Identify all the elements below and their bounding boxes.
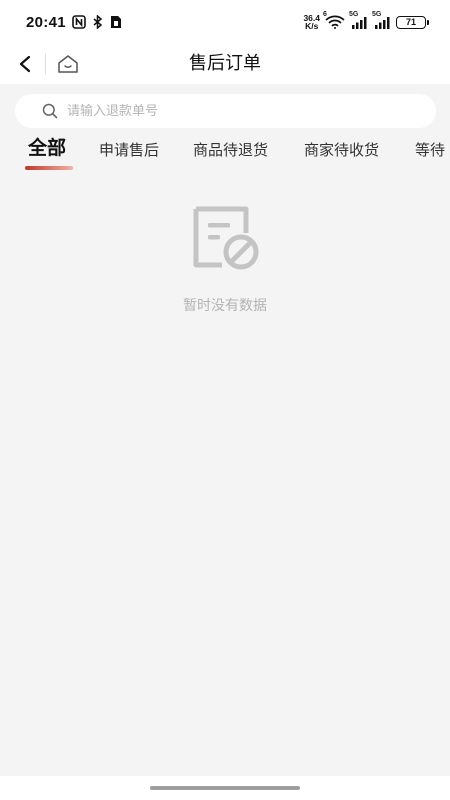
tab-apply-after-sale[interactable]: 申请售后 [99,138,159,168]
chevron-left-icon [19,55,31,73]
tab-waiting[interactable]: 等待 [415,138,445,168]
signal-icon-1: 5G [349,11,368,29]
status-bar: 20:41 36.4 K/s 6 5G 5G 71 [0,0,450,44]
nav-bar: 售后订单 [0,44,450,84]
home-button[interactable] [55,51,81,77]
back-button[interactable] [12,51,38,77]
bluetooth-icon [92,15,104,29]
tab-merchant-pending-receipt[interactable]: 商家待收货 [304,138,379,168]
sim-card-icon [110,15,122,29]
no-data-document-icon [188,205,262,275]
network-speed: 36.4 K/s [303,14,320,31]
wifi-icon: 6 [323,11,345,29]
nfc-icon [72,15,86,29]
battery-icon: 71 [396,15,429,29]
network-speed-unit: K/s [305,21,319,31]
wifi-label: 6 [323,11,327,18]
signal-1-label: 5G [349,10,359,18]
nav-divider [45,54,46,74]
gesture-home-indicator[interactable] [150,786,300,790]
active-tab-indicator [25,166,73,170]
status-right: 36.4 K/s 6 5G 5G 71 [303,11,429,31]
search-box[interactable] [15,94,436,128]
signal-icon-2: 5G [372,11,391,29]
refund-number-search-input[interactable] [67,103,407,119]
empty-state: 暂时没有数据 [0,205,450,315]
battery-level: 71 [405,17,416,27]
home-icon [58,55,78,73]
status-time: 20:41 [26,13,66,31]
search-bar [15,94,436,128]
status-left: 20:41 [26,14,122,31]
tab-all[interactable]: 全部 [28,136,66,166]
signal-2-label: 5G [372,10,382,18]
search-icon [42,103,58,119]
tab-item-pending-return[interactable]: 商品待退货 [193,138,268,168]
empty-state-message: 暂时没有数据 [183,298,267,314]
